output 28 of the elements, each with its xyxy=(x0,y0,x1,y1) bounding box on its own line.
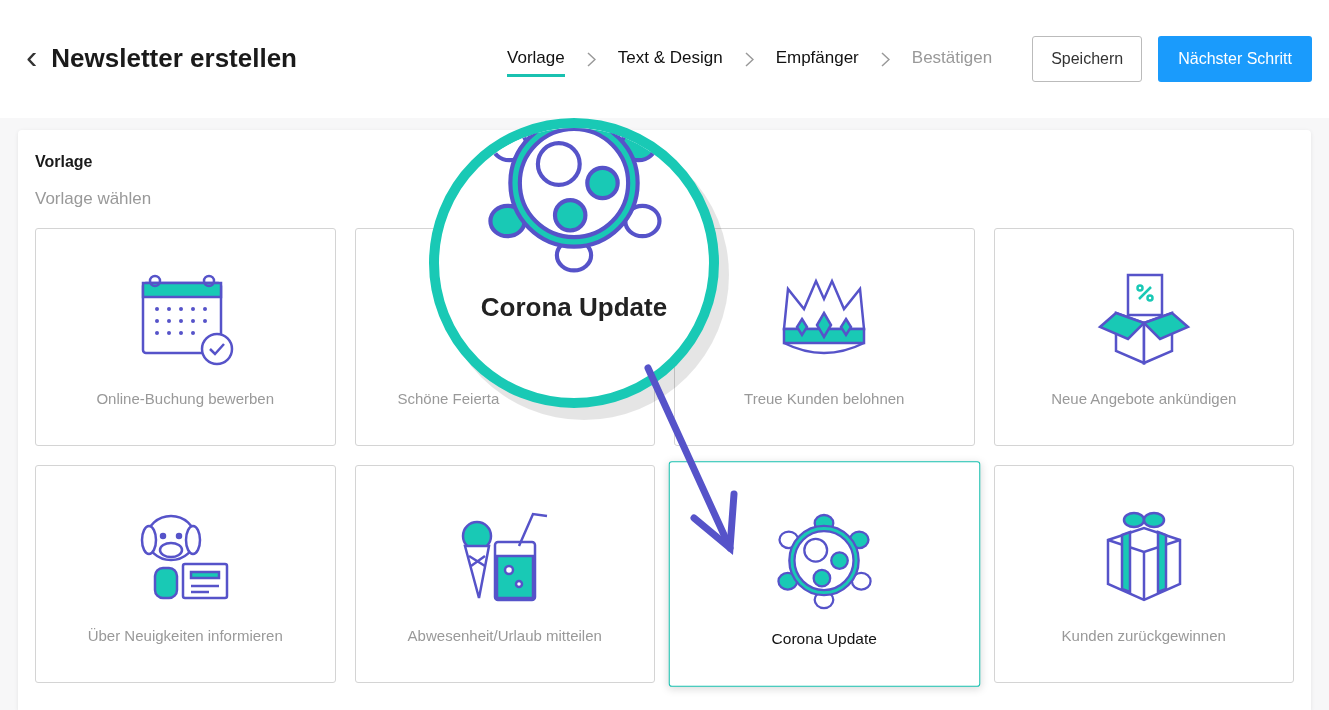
template-card[interactable]: Treue Kunden belohnen xyxy=(674,227,975,446)
magnifier-label: Corona Update xyxy=(480,291,668,324)
template-card[interactable]: Corona Update xyxy=(668,460,980,687)
template-card[interactable]: Über Neuigkeiten informieren xyxy=(35,464,336,683)
template-title: Schöne Feierta xyxy=(397,389,500,409)
template-title: Über Neuigkeiten informieren xyxy=(87,626,283,646)
template-title: Online-Buchung bewerben xyxy=(96,389,275,409)
chevron-icon xyxy=(586,51,596,67)
save-button[interactable]: Speichern xyxy=(1032,36,1143,82)
step-tab[interactable]: Vorlage xyxy=(507,40,565,78)
template-title: Corona Update xyxy=(771,627,877,649)
step-tab[interactable]: Text & Design xyxy=(617,40,723,78)
chevron-icon xyxy=(880,51,890,67)
back-button[interactable]: ‹ xyxy=(18,39,46,73)
chevron-icon xyxy=(744,51,754,67)
template-title: Abwesenheit/Urlaub mitteilen xyxy=(407,626,602,646)
template-title: Kunden zurückgewinnen xyxy=(1061,626,1226,646)
template-title: Neue Angebote ankündigen xyxy=(1051,389,1237,409)
next-step-button[interactable]: Nächster Schritt xyxy=(1158,36,1312,82)
template-card[interactable]: Neue Angebote ankündigen xyxy=(993,227,1294,446)
template-title: Treue Kunden belohnen xyxy=(744,389,905,409)
page-title: Newsletter erstellen xyxy=(51,43,297,75)
step-tab[interactable]: Empfänger xyxy=(775,40,859,78)
template-card[interactable]: Kunden zurückgewinnen xyxy=(993,464,1294,683)
template-card[interactable]: Abwesenheit/Urlaub mitteilen xyxy=(354,464,655,683)
template-card[interactable]: Online-Buchung bewerben xyxy=(35,227,336,446)
panel-subtitle: Vorlage wählen xyxy=(35,188,153,210)
panel-title: Vorlage xyxy=(35,152,94,172)
